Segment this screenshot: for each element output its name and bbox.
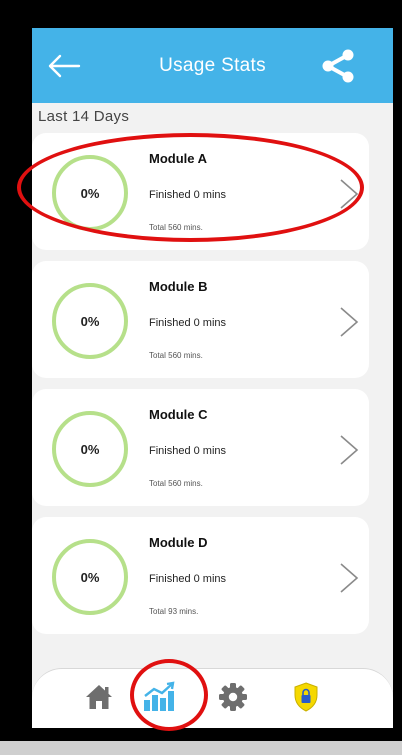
- app-header: Usage Stats: [32, 28, 393, 103]
- finished-minutes: Finished 0 mins: [149, 445, 227, 457]
- arrow-left-icon: [48, 54, 81, 78]
- chevron-right-icon: [340, 307, 359, 337]
- stats-chart-icon: [144, 681, 175, 711]
- progress-percent: 0%: [80, 185, 100, 201]
- total-minutes: Total 560 mins.: [149, 479, 203, 488]
- share-button[interactable]: [316, 44, 360, 88]
- module-title: Module B: [149, 279, 208, 294]
- total-minutes: Total 93 mins.: [149, 607, 199, 616]
- share-icon: [322, 49, 354, 83]
- security-shield-icon: [294, 682, 318, 712]
- settings-gear-icon: [219, 683, 247, 711]
- home-icon: [86, 685, 112, 709]
- module-title: Module D: [149, 535, 208, 550]
- chevron-right-icon: [340, 179, 359, 209]
- app-screen: Usage Stats Last 14 Days 0% Module A Fin…: [32, 28, 393, 728]
- module-title: Module A: [149, 151, 208, 166]
- total-minutes: Total 560 mins.: [149, 223, 203, 232]
- period-label: Last 14 Days: [38, 108, 130, 125]
- back-button[interactable]: [44, 46, 84, 86]
- module-title: Module C: [149, 407, 208, 422]
- progress-ring: 0%: [52, 155, 128, 231]
- chevron-right-icon: [340, 435, 359, 465]
- progress-percent: 0%: [80, 313, 100, 329]
- nav-home[interactable]: [79, 677, 119, 717]
- nav-settings[interactable]: [213, 677, 253, 717]
- chevron-right-icon: [340, 563, 359, 593]
- total-minutes: Total 560 mins.: [149, 351, 203, 360]
- bottom-navigation: [32, 668, 393, 728]
- finished-minutes: Finished 0 mins: [149, 317, 227, 329]
- nav-stats[interactable]: [139, 677, 179, 717]
- module-card-d[interactable]: 0% Module D Finished 0 mins Total 93 min…: [32, 517, 369, 634]
- progress-ring: 0%: [52, 411, 128, 487]
- module-card-b[interactable]: 0% Module B Finished 0 mins Total 560 mi…: [32, 261, 369, 378]
- progress-percent: 0%: [80, 569, 100, 585]
- module-card-a[interactable]: 0% Module A Finished 0 mins Total 560 mi…: [32, 133, 369, 250]
- progress-ring: 0%: [52, 539, 128, 615]
- progress-ring: 0%: [52, 283, 128, 359]
- device-bottom-edge: [0, 741, 402, 755]
- finished-minutes: Finished 0 mins: [149, 573, 227, 585]
- finished-minutes: Finished 0 mins: [149, 189, 227, 201]
- module-card-c[interactable]: 0% Module C Finished 0 mins Total 560 mi…: [32, 389, 369, 506]
- progress-percent: 0%: [80, 441, 100, 457]
- nav-security[interactable]: [286, 677, 326, 717]
